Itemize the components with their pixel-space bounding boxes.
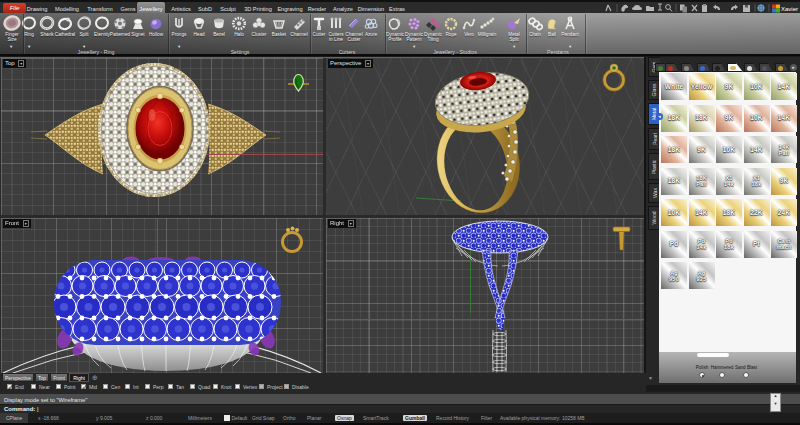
svg-text:Xavier: Xavier	[781, 6, 798, 12]
